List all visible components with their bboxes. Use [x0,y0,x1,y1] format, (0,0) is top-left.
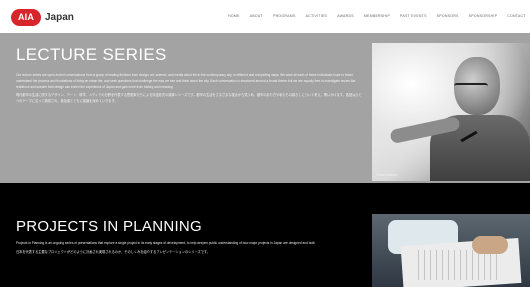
planning-photo[interactable] [372,214,530,287]
projects-in-planning-section: PROJECTS IN PLANNING Projects in Plannin… [0,183,530,287]
nav-item-sponsors[interactable]: Sponsors [437,14,459,18]
photo-drawing-lines [418,250,498,280]
lecture-description-en: Our lecture series are open-ended conver… [16,73,356,89]
nav-item-contact[interactable]: Contact [507,14,526,18]
lecture-series-section: LECTURE SERIES Our lecture series are op… [0,33,530,183]
projects-in-planning-title[interactable]: PROJECTS IN PLANNING [16,218,202,235]
main-nav: Home About Programs Activities Awards Me… [228,14,530,18]
logo[interactable]: AIA Japan [11,8,74,26]
photo-caption: Guest lecturer [376,173,398,177]
header: AIA Japan Home About Programs Activities… [0,0,530,33]
lecture-series-title[interactable]: LECTURE SERIES [16,45,167,65]
nav-item-home[interactable]: Home [228,14,240,18]
nav-item-membership[interactable]: Membership [364,14,390,18]
projects-description: Projects in Planning is an ongoing serie… [16,241,361,259]
photo-figure-glasses [454,83,488,91]
nav-item-awards[interactable]: Awards [337,14,354,18]
lecture-description-ja: 現代都市の生活に関するデザイン、アート、科学、メディアの分野を代表する思想家たち… [16,93,362,104]
nav-item-programs[interactable]: Programs [273,14,296,18]
nav-item-activities[interactable]: Activities [306,14,328,18]
photo-hand [472,236,508,254]
projects-description-en: Projects in Planning is an ongoing serie… [16,241,316,245]
aia-logo-mark: AIA [11,8,41,26]
lecture-series-description: Our lecture series are open-ended conver… [16,73,364,108]
nav-item-past-events[interactable]: Past Events [400,14,427,18]
lecturer-photo[interactable] [372,43,530,181]
logo-text: Japan [45,11,74,23]
nav-item-sponsorship[interactable]: Sponsorship [469,14,498,18]
projects-description-ja: 日本を代表する主要なプロジェクトがどのように計画され実現されるのか、そのしくみを… [16,249,210,254]
nav-item-about[interactable]: About [250,14,263,18]
